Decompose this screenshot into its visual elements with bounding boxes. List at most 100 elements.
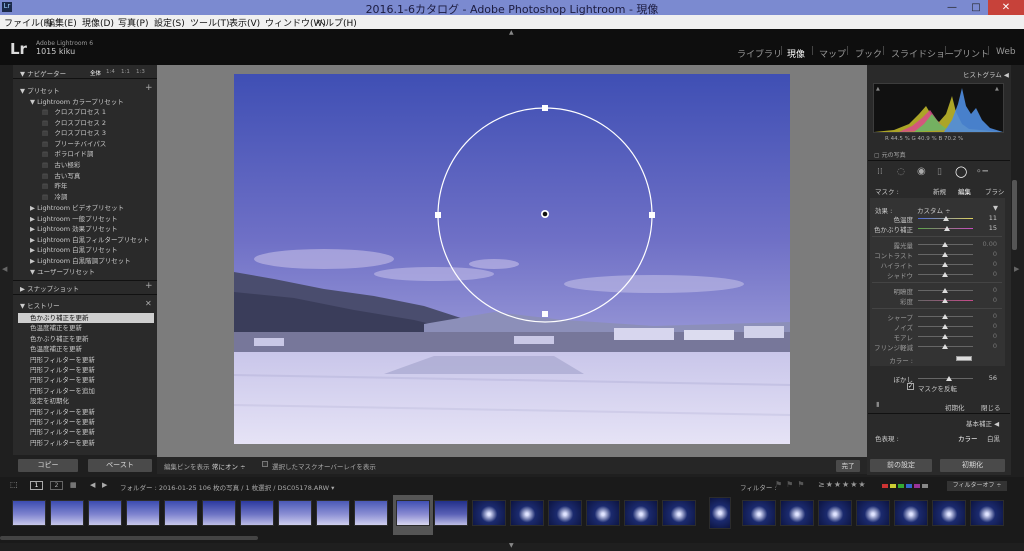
filmstrip-thumb[interactable] [818, 500, 852, 526]
slider-value[interactable]: 0 [985, 342, 997, 350]
history-header[interactable]: ▼ ヒストリー [20, 300, 60, 310]
filmstrip-info[interactable]: フォルダー : 2016-01-25 106 枚の写真 / 1 枚選択 / DS… [120, 482, 334, 492]
copy-button[interactable]: コピー [18, 459, 78, 472]
photo-preview[interactable] [234, 74, 790, 444]
slider-value[interactable]: 0 [985, 322, 997, 330]
zoom-1-1[interactable]: 1:1 [121, 69, 130, 75]
zoom-custom[interactable]: 1:3 [136, 69, 145, 75]
overlay-checkbox[interactable] [262, 461, 268, 467]
filmstrip-thumb[interactable] [780, 500, 814, 526]
filmstrip-thumb[interactable] [126, 500, 160, 526]
module-library[interactable]: ライブラリ [737, 47, 782, 60]
history-item[interactable]: 円形フィルターを追加 [18, 386, 154, 396]
mask-brush[interactable]: ブラシ [985, 186, 1004, 196]
filmstrip-thumb[interactable] [472, 500, 506, 526]
collapse-bottom-icon[interactable]: ▼ [509, 542, 514, 549]
slider-value[interactable]: 11 [985, 214, 997, 222]
filmstrip-thumb[interactable] [316, 500, 350, 526]
preset-folder[interactable]: ▶ Lightroom 白黒フィルタープリセット [30, 235, 150, 246]
highlights-knob[interactable] [942, 262, 948, 267]
preset-folder[interactable]: ▶ Lightroom ビデオプリセット [30, 203, 150, 214]
page-2-button[interactable]: 2 [50, 481, 63, 490]
original-photo-toggle[interactable]: ▢ 元の写真 [874, 150, 906, 159]
history-item[interactable]: 円形フィルターを更新 [18, 355, 154, 365]
menu-settings[interactable]: 設定(S) [154, 16, 185, 29]
filmstrip-thumb[interactable] [164, 500, 198, 526]
slider-value[interactable]: 0 [985, 312, 997, 320]
filmstrip-thumb-selected[interactable] [396, 500, 430, 526]
filmstrip-thumb[interactable] [970, 500, 1004, 526]
defringe-knob[interactable] [942, 344, 948, 349]
color-label-filter[interactable] [882, 484, 942, 488]
filmstrip-thumb[interactable] [894, 500, 928, 526]
filmstrip-thumb[interactable] [624, 500, 658, 526]
next-arrow-icon[interactable]: ▶ [102, 481, 107, 489]
rating-filter-stars[interactable]: ≥★★★★★ [818, 480, 867, 489]
collapse-right-icon[interactable]: ▶ [1014, 265, 1019, 273]
history-item[interactable]: 円形フィルターを更新 [18, 427, 154, 437]
noise-knob[interactable] [942, 324, 948, 329]
tint-knob[interactable] [944, 226, 950, 231]
prev-arrow-icon[interactable]: ◀ [90, 481, 95, 489]
preset-folder[interactable]: ▶ Lightroom 一般プリセット [30, 214, 150, 225]
preset-item[interactable]: ▤ 冷調 [42, 192, 106, 203]
switch-icon[interactable]: ▮ [876, 400, 880, 408]
slider-value[interactable]: 0 [985, 286, 997, 294]
slider-value[interactable]: 0.00 [980, 240, 997, 248]
invert-mask-checkbox[interactable]: ✓ [907, 383, 914, 390]
filmstrip-thumb[interactable] [88, 500, 122, 526]
preset-folder[interactable]: ▶ Lightroom 効果プリセット [30, 224, 150, 235]
preset-item[interactable]: ▤ クロスプロセス 2 [42, 118, 106, 129]
shadows-knob[interactable] [942, 272, 948, 277]
filmstrip-thumb[interactable] [278, 500, 312, 526]
preset-item[interactable]: ▤ 昨年 [42, 181, 106, 192]
filter-reset-button[interactable]: 初期化 [945, 402, 965, 412]
saturation-knob[interactable] [942, 298, 948, 303]
flag-filter-icons[interactable]: ⚑⚑⚑ [775, 480, 809, 489]
history-item[interactable]: 設定を初期化 [18, 396, 154, 406]
contrast-knob[interactable] [942, 252, 948, 257]
basic-header[interactable]: 基本補正 ◀ [966, 418, 999, 428]
menu-photo[interactable]: 写真(P) [118, 16, 148, 29]
clarity-knob[interactable] [942, 288, 948, 293]
history-item[interactable]: 円形フィルターを更新 [18, 407, 154, 417]
module-web[interactable]: Web [996, 47, 1016, 57]
page-1-button[interactable]: 1 [30, 481, 43, 490]
filmstrip-thumb[interactable] [856, 500, 890, 526]
history-item[interactable]: 色かぶり補正を更新 [18, 313, 154, 324]
mask-new[interactable]: 新規 [933, 186, 946, 196]
preset-item[interactable]: ▤ 古い極彩 [42, 160, 106, 171]
module-print[interactable]: プリント [953, 47, 989, 60]
filmstrip-thumb[interactable] [354, 500, 388, 526]
module-book[interactable]: ブック [855, 47, 882, 60]
preset-item[interactable]: ▤ クロスプロセス 3 [42, 128, 106, 139]
filmstrip-thumb[interactable] [434, 500, 468, 526]
preset-item[interactable]: ▤ ブリーチバイパス [42, 139, 106, 150]
module-develop[interactable]: 現像 [787, 47, 805, 60]
preset-folder[interactable]: ▶ Lightroom 白黒プリセット [30, 245, 150, 256]
filmstrip-thumb[interactable] [586, 500, 620, 526]
crop-tool-icon[interactable]: ⁞⁞ [877, 167, 883, 177]
adjustment-brush-icon[interactable]: ⚬━ [975, 167, 988, 177]
slider-value[interactable]: 0 [985, 250, 997, 258]
feather-value[interactable]: 56 [985, 374, 997, 382]
menu-tools[interactable]: ツール(T) [190, 16, 230, 29]
slider-value[interactable]: 0 [985, 260, 997, 268]
effect-collapse-icon[interactable]: ▼ [993, 204, 998, 212]
zoom-fill[interactable]: 1:4 [106, 69, 115, 75]
red-eye-icon[interactable]: ◉ [917, 166, 926, 177]
filmstrip-thumb[interactable] [240, 500, 274, 526]
menu-file[interactable]: ファイル(F) [4, 16, 52, 29]
feather-knob[interactable] [946, 376, 952, 381]
collapse-top-icon[interactable]: ▲ [509, 29, 514, 36]
mask-edit[interactable]: 編集 [958, 186, 971, 196]
right-panel-scrollbar[interactable] [1012, 180, 1017, 250]
menu-develop[interactable]: 現像(D) [82, 16, 114, 29]
menu-view[interactable]: 表示(V) [229, 16, 260, 29]
graduated-filter-icon[interactable]: ▯ [937, 167, 942, 177]
preset-folder[interactable]: ▼ ユーザープリセット [30, 267, 150, 278]
close-icon[interactable]: ✕ [988, 0, 1024, 15]
paste-button[interactable]: ペースト [88, 459, 152, 472]
preset-folder-open[interactable]: ▼ Lightroom カラープリセット [30, 97, 124, 108]
history-item[interactable]: 円形フィルターを更新 [18, 417, 154, 427]
